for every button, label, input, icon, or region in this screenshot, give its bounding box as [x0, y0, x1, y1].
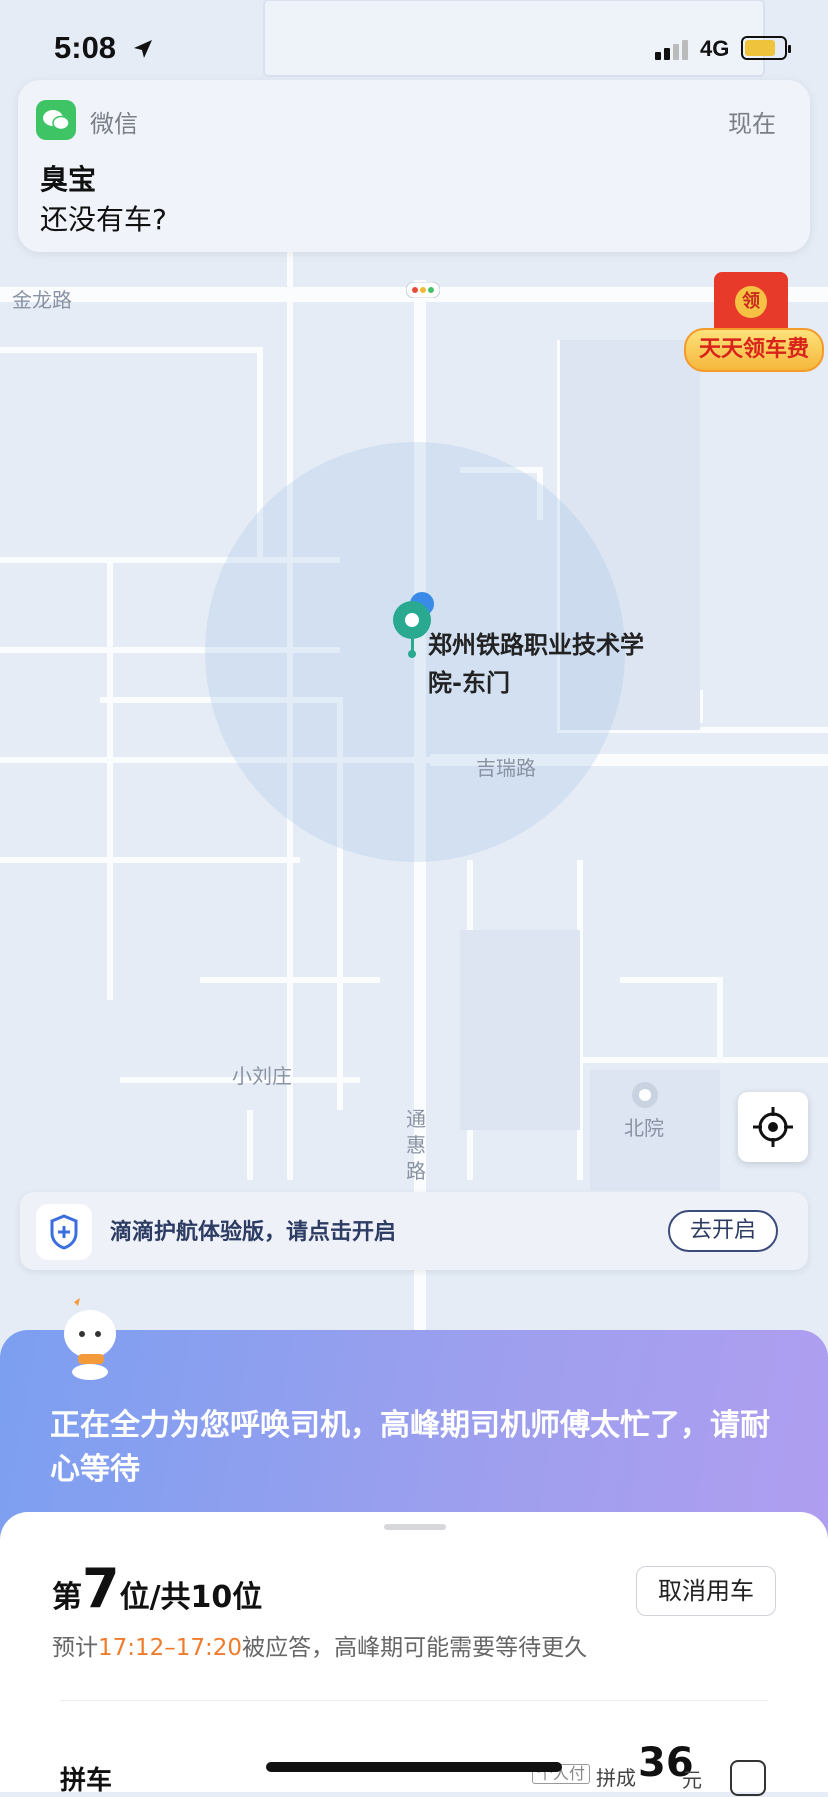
eta-suffix: 被应答，高峰期可能需要等待更久 — [242, 1635, 588, 1661]
queue-prefix: 第 — [52, 1580, 82, 1615]
home-indicator[interactable] — [266, 1762, 562, 1772]
place-label-beiyuan: 北院 — [624, 1116, 664, 1140]
road-label-jirui: 吉瑞路 — [476, 756, 536, 780]
network-type: 4G — [700, 36, 730, 61]
wechat-icon — [36, 100, 76, 140]
pickup-location-label: 郑州铁路职业技术学院-东门 — [428, 631, 644, 697]
enable-safety-button[interactable]: 去开启 — [668, 1210, 778, 1252]
location-arrow-icon — [134, 40, 152, 58]
mascot-icon — [64, 1298, 116, 1380]
notification-title: 臭宝 — [40, 163, 97, 196]
road-label-tonghui: 通惠路 — [406, 1107, 426, 1183]
calling-status-text: 正在全力为您呼唤司机，高峰期司机师傅太忙了，请耐心等待 — [50, 1408, 770, 1487]
order-status-sheet: 第7位/共10位 取消用车 预计17:12–17:20被应答，高峰期可能需要等待… — [0, 1512, 828, 1796]
queue-suffix: 位/共10位 — [119, 1580, 263, 1615]
divider — [60, 1700, 768, 1701]
cancel-ride-button[interactable]: 取消用车 — [636, 1566, 776, 1616]
shield-plus-icon — [36, 1204, 92, 1260]
status-bar: 5:08 4G — [0, 0, 828, 86]
drag-handle[interactable] — [384, 1524, 446, 1530]
daily-fare-promo[interactable]: 领 天天领车费 — [684, 272, 828, 376]
queue-number: 7 — [82, 1557, 120, 1620]
notification-body: 还没有车? — [40, 203, 167, 236]
carpool-price-unit: 元 — [682, 1768, 702, 1792]
locate-icon — [753, 1107, 793, 1147]
safety-escort-banner[interactable]: 滴滴护航体验版，请点击开启 去开启 — [20, 1192, 808, 1270]
queue-position: 第7位/共10位 — [52, 1562, 262, 1616]
safety-banner-text: 滴滴护航体验版，请点击开启 — [110, 1220, 397, 1245]
eta-time-range: 17:12–17:20 — [98, 1635, 243, 1661]
status-time: 5:08 — [54, 30, 117, 65]
traffic-light-icon — [406, 282, 440, 298]
carpool-label: 拼车 — [60, 1766, 113, 1796]
recenter-button[interactable] — [738, 1092, 808, 1162]
place-label-xiaoliuzhuang: 小刘庄 — [232, 1064, 292, 1088]
promo-coin: 领 — [735, 286, 767, 318]
carpool-price-label: 拼成 — [596, 1766, 636, 1790]
eta-prefix: 预计 — [52, 1635, 98, 1661]
notification-app-name: 微信 — [90, 110, 138, 138]
promo-label: 天天领车费 — [684, 328, 824, 372]
notification-time: 现在 — [728, 110, 776, 138]
battery-icon — [741, 36, 791, 60]
signal-icon — [655, 40, 688, 60]
eta-text: 预计17:12–17:20被应答，高峰期可能需要等待更久 — [52, 1628, 587, 1662]
wechat-notification[interactable]: 微信 现在 臭宝 还没有车? — [18, 80, 810, 252]
carpool-checkbox[interactable] — [730, 1760, 766, 1796]
road-label-jinlong: 金龙路 — [12, 288, 72, 312]
poi-icon — [632, 1082, 658, 1108]
